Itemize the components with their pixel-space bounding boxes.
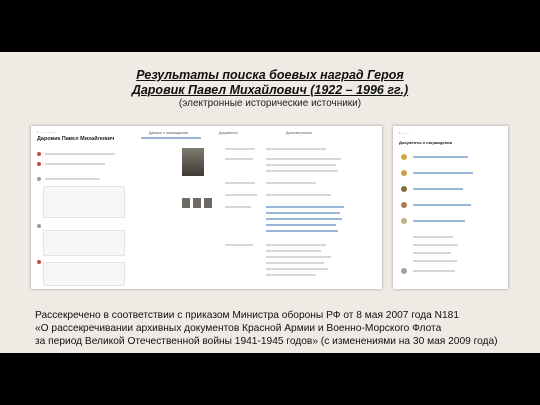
field-label xyxy=(225,206,251,208)
field-link[interactable] xyxy=(266,212,340,214)
field-value xyxy=(266,244,326,246)
award-medal-icon xyxy=(401,268,407,274)
award-medal-icon xyxy=(401,186,407,192)
timeline-row xyxy=(45,163,105,165)
field-value xyxy=(266,274,316,276)
timeline-row xyxy=(45,153,115,155)
slide-title-line2: Даровик Павел Михайлович (1922 – 1996 гг… xyxy=(131,83,409,97)
field-value xyxy=(266,268,328,270)
documents-title: Документы о награждении xyxy=(399,140,453,145)
field-label xyxy=(225,182,255,184)
slide-subtitle: (электронные исторические источники) xyxy=(178,98,362,109)
note-line-3: за период Великой Отечественной войны 19… xyxy=(35,336,498,347)
award-medal-icon xyxy=(401,170,407,176)
slide: Результаты поиска боевых наград Героя Да… xyxy=(0,52,540,353)
note-line-1: Рассекречено в соответствии с приказом М… xyxy=(35,310,460,321)
field-link[interactable] xyxy=(266,218,342,220)
field-value xyxy=(266,250,321,252)
award-row xyxy=(413,236,453,238)
field-value xyxy=(266,170,338,172)
award-link[interactable] xyxy=(413,172,473,174)
tab-more[interactable]: Дополнительно xyxy=(286,131,312,135)
award-row xyxy=(413,260,457,262)
timeline-dot xyxy=(37,224,41,228)
award-medal-icon xyxy=(401,202,407,208)
field-label xyxy=(225,244,253,246)
award-thumbnail[interactable] xyxy=(182,198,190,208)
active-tab-underline xyxy=(141,137,201,139)
timeline-row xyxy=(45,178,100,180)
timeline-dot xyxy=(37,152,41,156)
person-name: Даровик Павел Михайлович xyxy=(37,136,115,142)
field-label xyxy=(225,158,253,160)
note-line-2: «О рассекречивании архивных документов К… xyxy=(35,323,442,334)
award-row xyxy=(413,252,451,254)
award-link[interactable] xyxy=(413,220,465,222)
person-photo xyxy=(182,148,204,176)
breadcrumb[interactable]: ‹ ........ ........ xyxy=(37,130,56,134)
timeline-dot xyxy=(37,260,41,264)
field-value xyxy=(266,148,326,150)
screenshot-person-record: ‹ ........ ........ Даровик Павел Михайл… xyxy=(31,126,382,289)
award-thumbnail[interactable] xyxy=(193,198,201,208)
field-value xyxy=(266,194,331,196)
timeline-card[interactable] xyxy=(43,262,125,286)
field-value xyxy=(266,164,336,166)
timeline-card[interactable] xyxy=(43,186,125,218)
back-link[interactable]: ‹ ........ xyxy=(399,131,409,135)
timeline-dot xyxy=(37,177,41,181)
tab-awards[interactable]: Данные о награждении xyxy=(149,131,188,135)
field-value xyxy=(266,262,324,264)
award-medal-icon xyxy=(401,154,407,160)
award-link[interactable] xyxy=(413,204,471,206)
award-row xyxy=(413,244,458,246)
award-thumbnail[interactable] xyxy=(204,198,212,208)
field-value xyxy=(266,182,316,184)
award-link[interactable] xyxy=(413,188,463,190)
field-label xyxy=(225,194,257,196)
field-link[interactable] xyxy=(266,206,344,208)
declassification-note: Рассекречено в соответствии с приказом М… xyxy=(35,309,535,348)
award-row xyxy=(413,270,455,272)
field-value xyxy=(266,256,331,258)
field-link[interactable] xyxy=(266,230,338,232)
field-link[interactable] xyxy=(266,224,336,226)
screenshot-award-documents: ‹ ........ Документы о награждении xyxy=(393,126,508,289)
timeline-dot xyxy=(37,162,41,166)
award-link[interactable] xyxy=(413,156,468,158)
tab-documents[interactable]: Документы xyxy=(219,131,238,135)
field-label xyxy=(225,148,255,150)
award-medal-icon xyxy=(401,218,407,224)
slide-title-line1: Результаты поиска боевых наград Героя xyxy=(136,68,404,82)
field-value xyxy=(266,158,341,160)
timeline-card[interactable] xyxy=(43,230,125,256)
